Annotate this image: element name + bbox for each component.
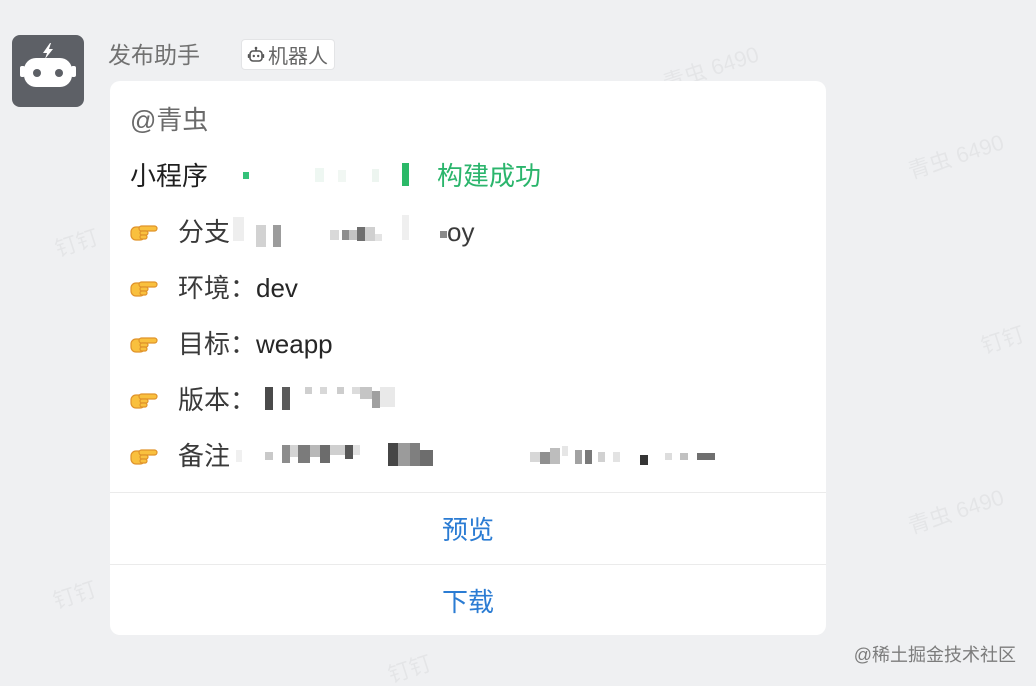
- redacted-pixel: [360, 387, 372, 399]
- redacted-pixel: [349, 230, 357, 240]
- redacted-pixel: [298, 445, 310, 463]
- redacted-pixel: [420, 450, 433, 466]
- redacted-pixel: [233, 217, 244, 241]
- redacted-pixel: [265, 387, 273, 410]
- field-row-target: 目标：weapp: [110, 316, 826, 372]
- redacted-remark: [110, 428, 826, 484]
- mention-line: @青虫: [110, 92, 826, 148]
- redacted-pixel: [320, 387, 327, 394]
- redacted-pixel: [680, 453, 688, 460]
- source-watermark: @稀土掘金技术社区: [853, 645, 1016, 665]
- field-value: dev: [256, 273, 298, 303]
- redacted-pixel: [243, 172, 249, 179]
- mention: @青虫: [130, 105, 209, 135]
- robot-icon: [20, 43, 76, 87]
- redacted-pixel: [315, 168, 324, 182]
- redacted-pixel: [398, 443, 410, 466]
- watermark-text: 钉钉: [978, 321, 1028, 359]
- redacted-pixel: [380, 387, 395, 407]
- sender-name: 发布助手: [108, 42, 200, 68]
- redacted-pixel: [530, 452, 540, 462]
- redacted-pixel: [342, 230, 349, 240]
- field-label: 环境：: [178, 273, 257, 303]
- build-status-row: 小程序 构建成功: [110, 148, 826, 204]
- redacted-pixel: [598, 452, 605, 462]
- build-status: 构建成功: [437, 161, 542, 191]
- watermark-text: 钉钉: [50, 576, 100, 614]
- redacted-pixel: [575, 450, 582, 464]
- bot-badge: 机器人: [241, 39, 335, 70]
- redacted-pixel: [305, 387, 312, 394]
- preview-button[interactable]: 预览: [110, 493, 826, 564]
- watermark-text: 青虫 6490: [905, 129, 1007, 184]
- field-row-remark: 备注: [110, 428, 826, 484]
- redacted-pixel: [550, 448, 560, 464]
- redacted-pixel: [375, 234, 382, 241]
- redacted-pixel: [338, 170, 346, 182]
- badge-label: 机器人: [268, 46, 328, 68]
- redacted-pixel: [310, 445, 320, 457]
- redacted-pixel: [320, 445, 330, 463]
- redacted-pixel: [330, 445, 345, 455]
- redacted-pixel: [640, 455, 648, 465]
- redacted-pixel: [353, 445, 360, 455]
- redacted-pixel: [357, 227, 365, 241]
- redacted-pixel: [402, 215, 409, 240]
- pointing-hand-icon: [130, 278, 158, 298]
- bot-avatar[interactable]: [12, 35, 84, 107]
- field-value-fragment: oy: [447, 217, 475, 247]
- pointing-hand-icon: [130, 334, 158, 354]
- preview-button-label: 预览: [441, 515, 494, 545]
- field-row-env: 环境：dev: [110, 260, 826, 316]
- redacted-pixel: [402, 163, 409, 186]
- redacted-pixel: [372, 169, 379, 182]
- redacted-pixel: [585, 450, 592, 464]
- field-text: 环境：dev: [178, 260, 298, 316]
- field-text: 目标：weapp: [178, 316, 333, 372]
- field-row-version: 版本：: [110, 372, 826, 428]
- redacted-pixel: [265, 452, 273, 460]
- robot-outline-icon: [247, 46, 265, 62]
- redacted-pixel: [562, 446, 568, 456]
- redacted-pixel: [330, 230, 339, 240]
- redacted-pixel: [388, 443, 398, 466]
- redacted-pixel: [345, 445, 353, 459]
- message-card: @青虫 小程序 构建成功 分支 oy 环境：dev 目标：weapp 版本： 备…: [110, 81, 826, 635]
- download-button-label: 下载: [441, 586, 494, 617]
- redacted-pixel: [337, 387, 344, 394]
- redacted-pixel: [613, 452, 620, 462]
- redacted-pixel: [352, 387, 360, 394]
- redacted-pixel: [540, 452, 550, 464]
- redacted-pixel: [697, 453, 715, 460]
- redacted-pixel: [290, 445, 298, 457]
- redacted-pixel: [372, 391, 380, 408]
- redacted-pixel: [410, 443, 420, 466]
- download-button[interactable]: 下载: [110, 565, 826, 635]
- redacted-version: [110, 372, 826, 428]
- redacted-pixel: [440, 231, 447, 238]
- redacted-pixel: [273, 225, 281, 247]
- redacted-pixel: [365, 227, 375, 241]
- field-label: 目标：: [178, 329, 257, 359]
- watermark-text: 钉钉: [385, 650, 435, 686]
- redacted-pixel: [665, 453, 672, 460]
- field-value: weapp: [256, 329, 333, 359]
- card-body: @青虫 小程序 构建成功 分支 oy 环境：dev 目标：weapp 版本： 备…: [110, 81, 826, 492]
- redacted-pixel: [256, 225, 266, 247]
- watermark-text: 钉钉: [52, 224, 102, 262]
- field-row-branch: 分支 oy: [110, 204, 826, 260]
- redacted-pixel: [282, 445, 290, 463]
- chat-screen: 青虫 6490 青虫 6490 钉钉 青虫 6490 钉钉 钉钉 钉钉 发布助手…: [0, 0, 1036, 686]
- redacted-pixel: [282, 387, 290, 410]
- redacted-pixel: [236, 450, 242, 462]
- watermark-text: 青虫 6490: [905, 484, 1007, 539]
